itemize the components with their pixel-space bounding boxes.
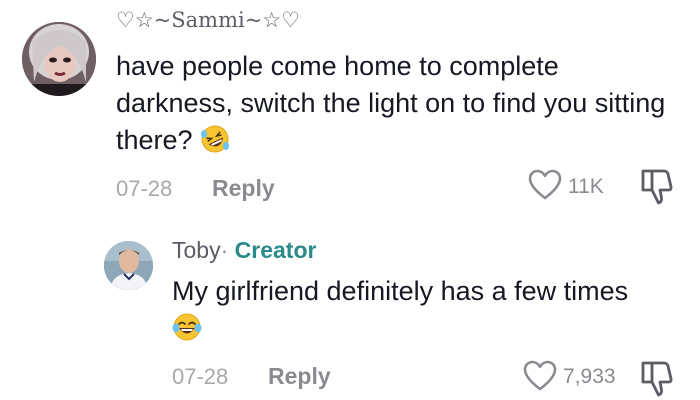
comment-text: have people come home to complete darkne… — [116, 48, 676, 159]
commenter-username[interactable]: ♡☆~Sammi~☆♡ — [116, 8, 300, 32]
comment-date: 07-28 — [116, 176, 173, 201]
reply-username: Toby· Creator — [172, 237, 316, 264]
reply-date: 07-28 — [172, 364, 229, 389]
commenter-avatar[interactable] — [22, 22, 96, 96]
reply-button[interactable]: Reply — [212, 175, 275, 202]
comment-body: have people come home to complete darkne… — [116, 51, 666, 155]
rofl-emoji-icon — [200, 124, 230, 154]
heart-icon[interactable] — [522, 360, 558, 392]
creator-avatar[interactable] — [104, 241, 153, 290]
reply-button[interactable]: Reply — [268, 363, 331, 390]
like-count: 7,933 — [563, 365, 616, 388]
creator-badge: Creator — [234, 237, 317, 263]
creator-name[interactable]: Toby — [172, 237, 221, 263]
separator-dot: · — [220, 237, 229, 263]
like-count: 11K — [568, 175, 604, 198]
heart-icon[interactable] — [527, 169, 563, 201]
dislike-icon[interactable] — [639, 168, 675, 206]
reply-body: My girlfriend definitely has a few times — [172, 276, 629, 306]
reply-text: My girlfriend definitely has a few times — [172, 273, 642, 347]
dislike-icon[interactable] — [639, 360, 675, 398]
tears-of-joy-emoji-icon — [172, 312, 202, 342]
